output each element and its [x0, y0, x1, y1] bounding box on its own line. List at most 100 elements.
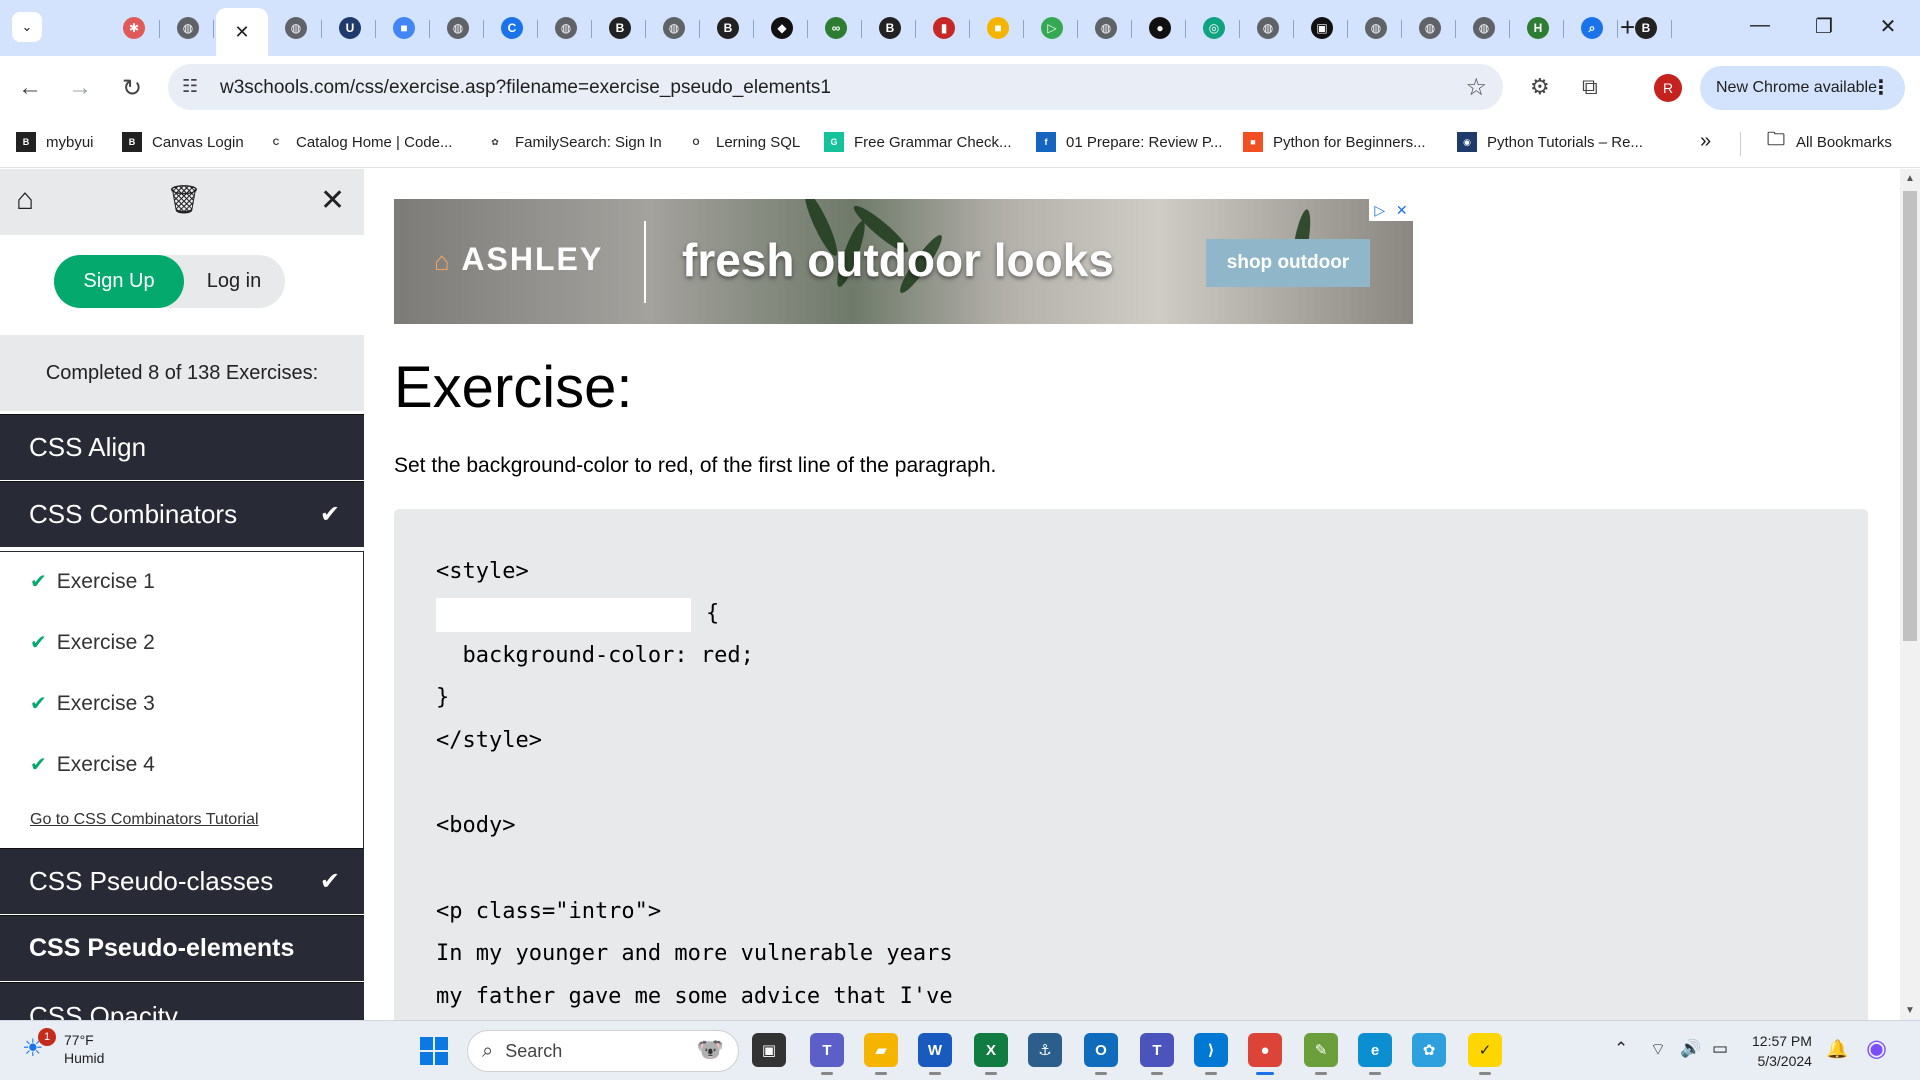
exercise-item-2[interactable]: ✔ Exercise 2 — [30, 630, 155, 655]
forward-arrow-icon[interactable]: → — [64, 72, 96, 104]
excel-icon[interactable]: X — [974, 1033, 1008, 1075]
taskbar-clock[interactable]: 12:57 PM 5/3/2024 — [1752, 1031, 1812, 1071]
more-menu-icon[interactable]: ⋮ — [1871, 75, 1891, 100]
tab-globe[interactable]: ◍ — [162, 8, 214, 48]
tab-globe[interactable]: ◍ — [1242, 8, 1294, 48]
tab-globe[interactable]: ◍ — [1404, 8, 1456, 48]
tab-byu[interactable]: U — [324, 8, 376, 48]
bookmark-item[interactable]: C Catalog Home | Code... — [266, 132, 452, 152]
new-tab-plus-icon[interactable]: + — [1620, 14, 1635, 40]
norton-icon[interactable]: ✓ — [1468, 1033, 1502, 1075]
scroll-down-icon[interactable]: ▼ — [1905, 1005, 1915, 1016]
bookmark-item[interactable]: ■ Python for Beginners... — [1243, 132, 1426, 152]
tab-h[interactable]: H — [1512, 8, 1564, 48]
tab-blue-c[interactable]: C — [486, 8, 538, 48]
file-explorer-icon[interactable]: ▰ — [864, 1033, 898, 1075]
weather-widget[interactable]: ☀ 1 77°F Humid — [22, 1028, 104, 1067]
tab-colorful[interactable]: ■ — [378, 8, 430, 48]
word-icon[interactable]: W — [918, 1033, 952, 1075]
battery-icon[interactable]: ▭ — [1712, 1039, 1728, 1059]
site-info-icon[interactable]: ☷ — [182, 76, 198, 97]
address-bar[interactable]: ☷ w3schools.com/css/exercise.asp?filenam… — [168, 64, 1503, 110]
tab-globe[interactable]: ◍ — [1458, 8, 1510, 48]
notification-bell-icon[interactable]: 🔔 — [1826, 1039, 1848, 1060]
notepad-icon[interactable]: ✎ — [1304, 1033, 1338, 1075]
tab-globe[interactable]: ◍ — [1350, 8, 1402, 48]
tab-globe[interactable]: ◍ — [1080, 8, 1132, 48]
bookmark-item[interactable]: B Canvas Login — [122, 132, 244, 152]
home-icon[interactable]: ⌂ — [16, 183, 34, 217]
tab-green[interactable]: ∞ — [810, 8, 862, 48]
mysql-workbench-icon[interactable]: ⚓ — [1028, 1033, 1062, 1067]
paint-icon[interactable]: ✿ — [1412, 1033, 1446, 1067]
back-arrow-icon[interactable]: ← — [14, 72, 46, 104]
bookmark-item[interactable]: ◉ Python Tutorials – Re... — [1457, 132, 1643, 152]
tab-red[interactable]: ▮ — [918, 8, 970, 48]
bookmark-item[interactable]: f 01 Prepare: Review P... — [1036, 132, 1222, 152]
tab-search[interactable]: ⌕ — [1566, 8, 1618, 48]
restore-icon[interactable]: ❐ — [1804, 14, 1844, 39]
extension-gear-icon[interactable]: ⚙ — [1530, 74, 1550, 100]
outlook-icon[interactable]: O — [1084, 1033, 1118, 1075]
bookmark-item[interactable]: ✿ FamilySearch: Sign In — [485, 132, 662, 152]
tab-byu[interactable]: B — [702, 8, 754, 48]
tab-byu[interactable]: B — [864, 8, 916, 48]
active-tab[interactable]: ✕ — [216, 8, 268, 56]
chrome-update-button[interactable]: New Chrome available ⋮ — [1700, 66, 1905, 110]
ad-close-icon[interactable]: ✕ — [1396, 202, 1408, 219]
topic-css-align[interactable]: CSS Align — [0, 414, 364, 480]
ad-banner[interactable]: ⌂ ASHLEY fresh outdoor looks shop outdoo… — [394, 199, 1413, 324]
topic-css-pseudo-classes[interactable]: CSS Pseudo-classes ✔ — [0, 848, 364, 914]
url-text[interactable]: w3schools.com/css/exercise.asp?filename=… — [220, 77, 831, 99]
trash-icon[interactable]: 🗑 — [166, 183, 202, 216]
extensions-puzzle-icon[interactable]: ⧉ — [1582, 74, 1598, 100]
exercise-item-4[interactable]: ✔ Exercise 4 — [30, 752, 155, 777]
all-bookmarks-button[interactable]: 🗀 All Bookmarks — [1766, 129, 1892, 152]
ad-choices[interactable]: ▷ ✕ — [1369, 199, 1413, 221]
tab-github[interactable]: ● — [1134, 8, 1186, 48]
close-window-icon[interactable]: ✕ — [1868, 14, 1908, 39]
topic-css-opacity[interactable]: CSS Opacity — [0, 982, 364, 1020]
bookmarks-overflow-icon[interactable]: » — [1700, 130, 1711, 153]
tab-globe[interactable]: ◍ — [540, 8, 592, 48]
tutorial-link[interactable]: Go to CSS Combinators Tutorial — [30, 811, 259, 829]
bookmark-item[interactable]: G Free Grammar Check... — [824, 132, 1012, 152]
exercise-item-3[interactable]: ✔ Exercise 3 — [30, 691, 155, 716]
tab-green-play[interactable]: ▷ — [1026, 8, 1078, 48]
tab-globe[interactable]: ◍ — [270, 8, 322, 48]
tab-favicon[interactable]: ✱ — [108, 8, 160, 48]
show-hidden-icons-icon[interactable]: ⌃ — [1614, 1039, 1628, 1059]
sign-up-button[interactable]: Sign Up — [54, 255, 184, 308]
answer-input[interactable] — [436, 598, 691, 632]
close-icon[interactable]: ✕ — [320, 183, 345, 218]
tab-search-chevron-icon[interactable]: ⌄ — [12, 12, 42, 42]
wifi-icon[interactable]: ⌔ — [1650, 1039, 1666, 1060]
bookmark-star-icon[interactable]: ☆ — [1465, 73, 1487, 102]
minimize-icon[interactable]: — — [1740, 14, 1780, 37]
tab-dark[interactable]: ▣ — [1296, 8, 1348, 48]
tab-chatgpt[interactable]: ◎ — [1188, 8, 1240, 48]
reload-icon[interactable]: ↻ — [116, 72, 148, 104]
profile-avatar[interactable]: R — [1654, 74, 1682, 102]
tab-globe[interactable]: ◍ — [648, 8, 700, 48]
teams-icon[interactable]: T — [810, 1033, 844, 1075]
start-windows-icon[interactable] — [420, 1037, 448, 1065]
log-in-button[interactable]: Log in — [184, 255, 284, 308]
ad-cta-button[interactable]: shop outdoor — [1206, 239, 1370, 287]
vertical-scrollbar[interactable]: ▲ ▼ — [1900, 169, 1920, 1020]
exercise-item-1[interactable]: ✔ Exercise 1 — [30, 569, 155, 594]
teams-new-icon[interactable]: T — [1140, 1033, 1174, 1075]
tab-globe[interactable]: ◍ — [432, 8, 484, 48]
scrollbar-thumb[interactable] — [1903, 191, 1917, 641]
bookmark-item[interactable]: Bmybyui — [16, 132, 94, 152]
taskbar-search[interactable]: ⌕ Search 🐨 — [467, 1030, 739, 1072]
tab-colorful[interactable]: ■ — [972, 8, 1024, 48]
tab-codepen[interactable]: ◆ — [756, 8, 808, 48]
chrome-icon[interactable]: ● — [1248, 1033, 1282, 1075]
edge-icon[interactable]: e — [1358, 1033, 1392, 1075]
close-tab-icon[interactable]: ✕ — [234, 22, 249, 43]
bookmark-item[interactable]: O Lerning SQL — [686, 132, 800, 152]
task-view-icon[interactable]: ▣ — [752, 1033, 786, 1067]
topic-css-combinators[interactable]: CSS Combinators ✔ — [0, 481, 364, 547]
volume-icon[interactable]: 🔊 — [1680, 1039, 1701, 1059]
